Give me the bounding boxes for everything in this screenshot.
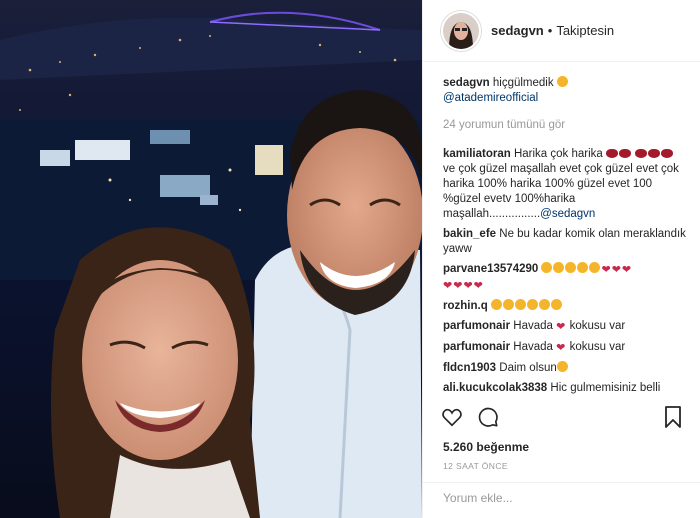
bookmark-icon[interactable] <box>664 406 682 433</box>
comment-username[interactable]: ali.kucukcolak3838 <box>443 382 547 394</box>
comment-item: fldcn1903 Daim olsun <box>443 361 686 376</box>
caption-username[interactable]: sedagvn <box>443 77 490 89</box>
comments-list: sedagvn hiçgülmedik @atademireofficial 2… <box>423 64 700 401</box>
smiley-emoji-icon <box>556 361 568 372</box>
lips-emoji-icon <box>606 149 618 158</box>
heart-eyes-emoji-icon <box>514 299 526 310</box>
add-comment-input[interactable]: Yorum ekle... <box>423 482 700 518</box>
lips-emoji-icon <box>648 149 661 158</box>
heart-eyes-emoji-icon <box>541 262 553 273</box>
post-author-username[interactable]: sedagvn <box>491 23 544 38</box>
caption-text: hiçgülmedik <box>492 77 554 89</box>
heart-emoji-icon: ❤ <box>463 280 473 292</box>
heart-emoji-icon: ❤ <box>443 280 453 292</box>
heart-emoji-icon: ❤ <box>556 321 566 333</box>
lips-emoji-icon <box>619 149 631 158</box>
lips-emoji-icon <box>661 149 674 158</box>
avatar[interactable] <box>441 10 481 51</box>
comment-text: Harika çok harika <box>513 148 603 160</box>
comment-item: kamiliatoran Harika çok harika ve çok gü… <box>443 147 686 222</box>
heart-emoji-icon: ❤ <box>473 280 483 292</box>
heart-emoji-icon: ❤ <box>611 264 621 276</box>
heart-eyes-emoji-icon <box>550 299 562 310</box>
post-header: sedagvn • Takiptesin <box>423 0 700 62</box>
comment-item: parfumonair Havada ❤ kokusu var <box>443 319 686 335</box>
comment-text-continued: kokusu var <box>569 320 626 332</box>
likes-count[interactable]: 5.260 beğenme <box>443 440 529 454</box>
heart-eyes-emoji-icon <box>565 262 577 273</box>
following-button[interactable]: Takiptesin <box>556 23 614 38</box>
comment-text: Havada <box>513 341 553 353</box>
comment-text: Daim olsun <box>499 362 557 374</box>
heart-eyes-emoji-icon <box>538 299 550 310</box>
lips-emoji-icon <box>635 149 648 158</box>
view-all-comments-link[interactable]: 24 yorumun tümünü gör <box>443 118 686 133</box>
comment-text: Havada <box>513 320 553 332</box>
comment-username[interactable]: parfumonair <box>443 320 510 332</box>
comment-username[interactable]: fldcn1903 <box>443 362 496 374</box>
comment-item: parfumonair Havada ❤ kokusu var <box>443 340 686 356</box>
heart-eyes-emoji-icon <box>526 299 538 310</box>
heart-eyes-emoji-icon <box>553 262 565 273</box>
comment-text: Hic gulmemisiniz belli <box>550 382 661 394</box>
heart-eyes-emoji-icon <box>577 262 589 273</box>
comment-mention[interactable]: @sedagvn <box>540 208 595 220</box>
comment-icon[interactable] <box>477 406 499 433</box>
heart-icon[interactable] <box>441 406 463 433</box>
comment-username[interactable]: kamiliatoran <box>443 148 511 160</box>
post-sidebar: sedagvn • Takiptesin sedagvn hiçgülmedik… <box>422 0 700 518</box>
caption: sedagvn hiçgülmedik @atademireofficial <box>443 76 686 106</box>
separator-dot: • <box>547 23 553 38</box>
comment-username[interactable]: parfumonair <box>443 341 510 353</box>
heart-emoji-icon: ❤ <box>453 280 463 292</box>
heart-eyes-emoji-icon <box>589 262 601 273</box>
heart-emoji-icon: ❤ <box>621 264 632 276</box>
smiley-emoji-icon <box>490 299 502 310</box>
heart-emoji-icon: ❤ <box>601 264 611 276</box>
action-bar <box>441 406 686 432</box>
heart-emoji-icon: ❤ <box>556 342 566 354</box>
smiley-emoji-icon <box>556 76 568 87</box>
comment-username[interactable]: rozhin.q <box>443 300 488 312</box>
comment-item: parvane13574290 ❤❤❤ ❤❤❤❤ <box>443 262 686 294</box>
comment-text-continued: kokusu var <box>569 341 626 353</box>
post-timestamp: 12 SAAT ÖNCE <box>443 461 508 471</box>
comment-item: rozhin.q <box>443 299 686 314</box>
comment-item: ali.kucukcolak3838 Hic gulmemisiniz bell… <box>443 381 686 396</box>
comment-username[interactable]: bakin_efe <box>443 228 496 240</box>
comment-username[interactable]: parvane13574290 <box>443 263 538 275</box>
comment-item: bakin_efe Ne bu kadar komik olan merakla… <box>443 227 686 257</box>
instagram-post: sedagvn • Takiptesin sedagvn hiçgülmedik… <box>0 0 700 518</box>
post-photo[interactable] <box>0 0 422 518</box>
caption-mention[interactable]: @atademireofficial <box>443 92 538 104</box>
heart-eyes-emoji-icon <box>502 299 514 310</box>
